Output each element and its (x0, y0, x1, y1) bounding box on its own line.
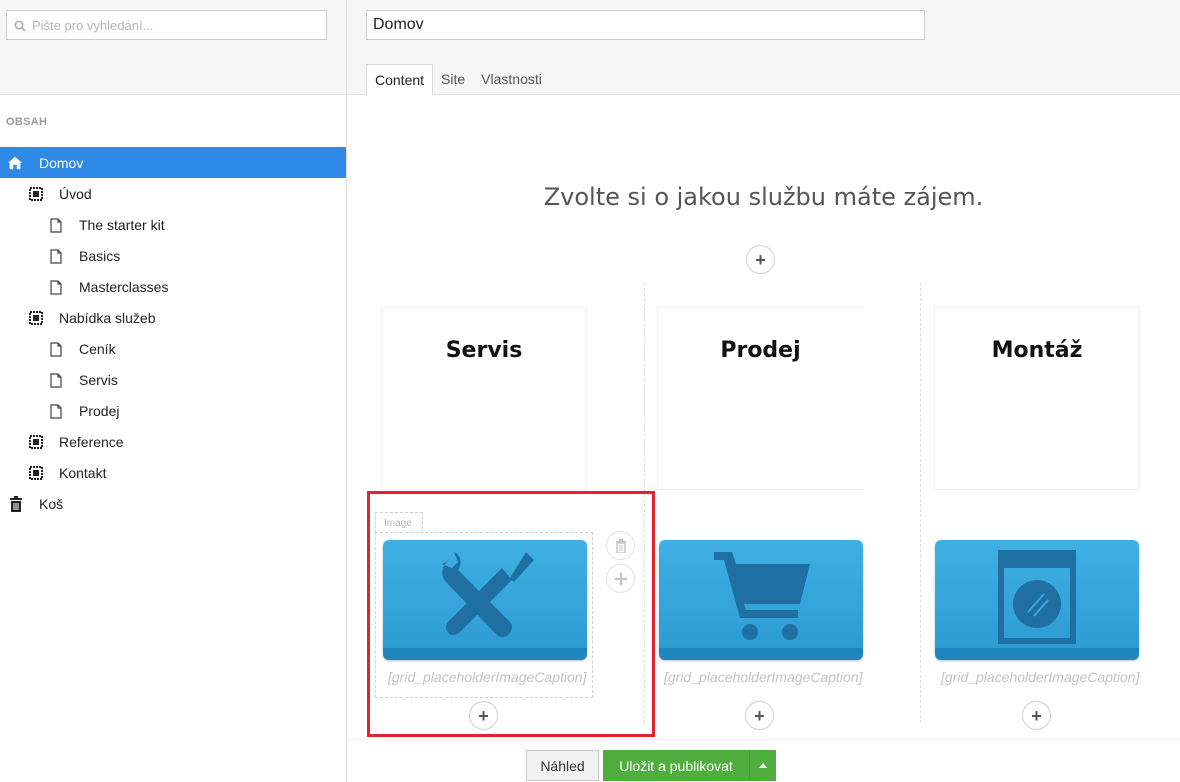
document-icon (48, 341, 64, 357)
tree-item-label: Servis (79, 372, 118, 388)
title-card-servis[interactable]: Servis (381, 307, 587, 490)
content-tree-panel: OBSAH Domov Úvod The starter kit (0, 0, 347, 782)
tree-item-label: Basics (79, 248, 121, 264)
document-icon (48, 279, 64, 295)
save-options-button[interactable] (749, 750, 776, 781)
search-input[interactable] (32, 11, 322, 39)
tree-item-label: Prodej (79, 403, 120, 419)
content-tree: Domov Úvod The starter kit Basics Master… (0, 147, 346, 519)
document-icon (48, 372, 64, 388)
tree-item-label: Nabídka služeb (59, 310, 156, 326)
preview-button[interactable]: Náhled (526, 750, 599, 781)
tree-item-kontakt[interactable]: Kontakt (0, 457, 346, 488)
tree-item-basics[interactable]: Basics (0, 240, 346, 271)
add-symbol: + (755, 249, 766, 270)
section-label-content: OBSAH (6, 116, 48, 128)
document-icon (48, 217, 64, 233)
column-divider (920, 283, 921, 723)
tree-item-nabidka-sluzeb[interactable]: Nabídka služeb (0, 302, 346, 333)
tree-item-the-starter-kit[interactable]: The starter kit (0, 209, 346, 240)
tree-item-label: The starter kit (79, 217, 165, 233)
add-content-button[interactable]: + (745, 701, 774, 730)
cart-icon (714, 552, 810, 640)
search-bar-area (0, 0, 346, 95)
card-title: Servis (445, 338, 523, 363)
search-box[interactable] (6, 10, 327, 40)
tab-site[interactable]: Site (433, 64, 473, 95)
editor-tabs: Content Site Vlastnosti (366, 64, 550, 96)
selection-highlight (367, 491, 655, 737)
add-symbol: + (754, 705, 765, 726)
node-name-input[interactable] (366, 10, 925, 40)
add-row-button[interactable]: + (746, 245, 775, 274)
tree-item-masterclasses[interactable]: Masterclasses (0, 271, 346, 302)
save-publish-button[interactable]: Uložit a publikovat (603, 750, 749, 781)
trash-icon (8, 496, 24, 512)
washing-machine-icon (998, 550, 1076, 644)
add-symbol: + (1031, 705, 1042, 726)
tree-item-label: Koš (39, 496, 64, 512)
tree-item-servis[interactable]: Servis (0, 364, 346, 395)
card-title: Montáž (991, 338, 1083, 363)
tree-item-prodej[interactable]: Prodej (0, 395, 346, 426)
tab-vlastnosti[interactable]: Vlastnosti (473, 64, 550, 95)
editor-header: Content Site Vlastnosti (347, 0, 1180, 96)
tree-item-label: Kontakt (59, 465, 107, 481)
card-title: Prodej (720, 338, 801, 363)
tree-item-reference[interactable]: Reference (0, 426, 346, 457)
image-tile-prodej[interactable] (659, 540, 863, 660)
tab-content[interactable]: Content (366, 64, 434, 96)
search-icon (14, 19, 26, 32)
editor-footer: Náhled Uložit a publikovat (347, 739, 1180, 782)
tree-item-kos[interactable]: Koš (0, 488, 346, 519)
image-tile-montaz[interactable] (935, 540, 1139, 660)
home-icon (7, 155, 23, 171)
tree-item-cenik[interactable]: Ceník (0, 333, 346, 364)
title-card-montaz[interactable]: Montáž (934, 307, 1140, 490)
tree-item-label: Masterclasses (79, 279, 169, 295)
tree-item-label: Úvod (59, 186, 92, 202)
document-icon (48, 403, 64, 419)
tree-item-domov[interactable]: Domov (0, 147, 346, 178)
image-caption-prodej[interactable]: [grid_placeholderImageCaption] (664, 669, 864, 685)
grid-icon (28, 310, 44, 326)
title-card-prodej[interactable]: Prodej (657, 307, 863, 490)
tree-item-label: Domov (39, 155, 84, 171)
caret-up-icon (759, 763, 767, 768)
document-icon (48, 248, 64, 264)
tree-item-label: Reference (59, 434, 124, 450)
add-content-button[interactable]: + (1022, 701, 1051, 730)
grid-icon (28, 465, 44, 481)
tree-item-uvod[interactable]: Úvod (0, 178, 346, 209)
grid-icon (28, 186, 44, 202)
grid-icon (28, 434, 44, 450)
grid-heading: Zvolte si o jakou službu máte zájem. (543, 183, 984, 211)
tree-item-label: Ceník (79, 341, 116, 357)
image-caption-montaz[interactable]: [grid_placeholderImageCaption] (941, 669, 1141, 685)
